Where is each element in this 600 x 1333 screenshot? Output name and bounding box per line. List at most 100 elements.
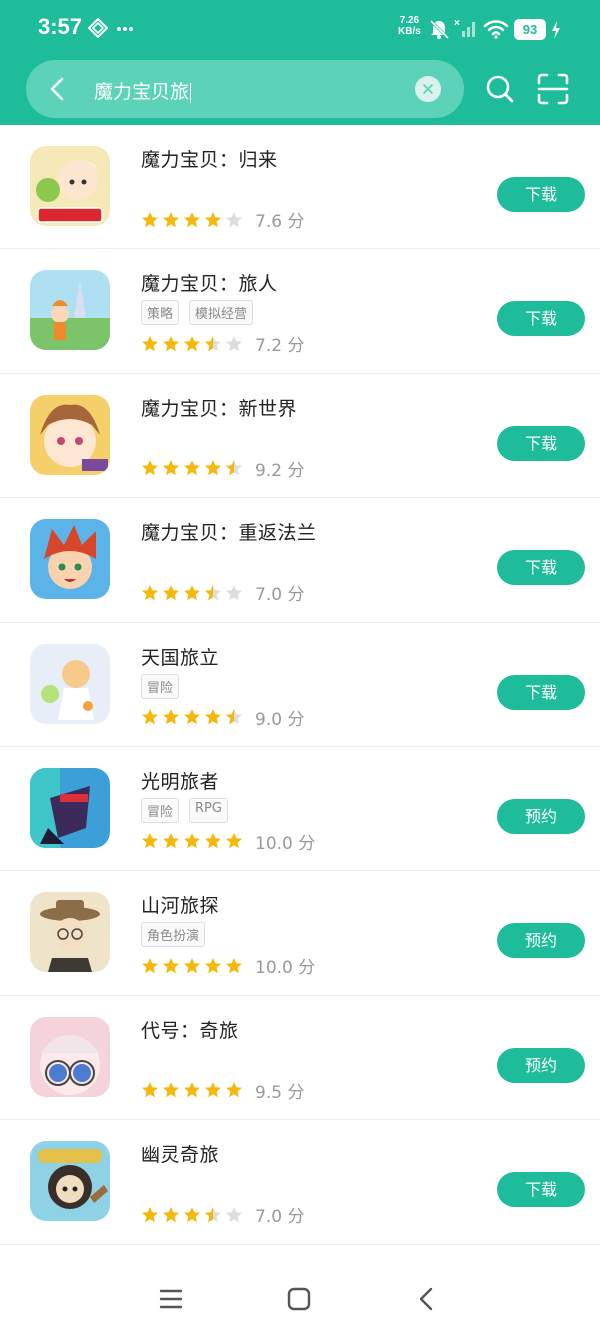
star-full-icon	[184, 833, 200, 849]
rating-stars	[141, 211, 243, 229]
reserve-button[interactable]: 预约	[497, 1047, 585, 1083]
rating-score: 7.0 分	[255, 1207, 305, 1228]
app-name: 幽灵奇旅	[141, 1144, 220, 1167]
app-row[interactable]: 魔力宝贝：重返法兰 7.0 分 下载	[0, 498, 600, 623]
star-full-icon	[184, 584, 200, 600]
app-tags: 冒险	[141, 673, 180, 699]
star-half-icon	[205, 1206, 221, 1222]
app-tags: 角色扮演	[141, 922, 206, 948]
star-full-icon	[142, 335, 158, 352]
app-rating: 9.2 分	[141, 456, 304, 481]
star-full-icon	[163, 709, 179, 725]
app-rating: 9.5 分	[141, 1078, 304, 1103]
rating-score: 9.0 分	[255, 709, 305, 730]
star-full-icon	[184, 1206, 200, 1222]
search-icon[interactable]	[484, 73, 516, 105]
app-row[interactable]: 魔力宝贝：旅人 策略 模拟经营 7.2 分 下载	[0, 249, 600, 374]
app-rating: 7.0 分	[141, 1202, 304, 1227]
back-arrow-icon[interactable]	[44, 75, 72, 103]
app-row[interactable]: 山河旅探 角色扮演 10.0 分 预约	[0, 871, 600, 996]
recent-apps-icon[interactable]	[156, 1284, 186, 1314]
rating-score: 7.2 分	[255, 336, 305, 357]
rating-score: 9.2 分	[255, 460, 305, 481]
app-tags: 策略 模拟经营	[141, 300, 254, 326]
download-button[interactable]: 下载	[497, 550, 585, 586]
download-button[interactable]: 下载	[497, 301, 585, 337]
clear-search-icon[interactable]	[415, 76, 441, 102]
star-full-icon	[226, 833, 242, 849]
status-time: 3:57	[38, 14, 83, 39]
detective-hat-icon[interactable]	[30, 892, 110, 973]
pastel-girl-icon[interactable]	[30, 643, 110, 724]
app-tags: 冒险 RPG	[141, 797, 228, 823]
app-name: 代号：奇旅	[141, 1019, 239, 1042]
star-full-icon	[184, 211, 200, 227]
reserve-button[interactable]: 预约	[497, 798, 585, 834]
star-full-icon	[142, 211, 158, 227]
star-full-icon	[163, 460, 179, 476]
search-bar[interactable]: 魔力宝贝旅	[26, 60, 464, 118]
landscape-traveler-icon[interactable]	[30, 270, 110, 351]
rating-stars	[141, 1206, 243, 1224]
glasses-doll-icon[interactable]	[30, 1016, 110, 1097]
system-nav-bar	[0, 1270, 600, 1333]
star-full-icon	[142, 957, 158, 974]
net-speed-unit: KB/s	[398, 26, 421, 37]
app-rating: 10.0 分	[141, 953, 315, 978]
app-row[interactable]: 代号：奇旅 9.5 分 预约	[0, 996, 600, 1121]
star-full-icon	[184, 460, 200, 476]
ghost-character-icon[interactable]	[30, 1141, 110, 1222]
star-full-icon	[142, 1082, 158, 1098]
rating-stars	[141, 832, 243, 850]
star-full-icon	[184, 709, 200, 725]
genre-tag: 角色扮演	[141, 922, 206, 948]
star-full-icon	[205, 833, 221, 849]
scan-icon[interactable]	[536, 72, 570, 106]
mute-bell-icon	[429, 19, 450, 40]
app-name: 山河旅探	[141, 895, 220, 918]
genre-tag: 冒险	[141, 673, 180, 699]
search-results-list: 魔力宝贝：归来 7.6 分 下载 魔力宝贝：旅人 策略 模拟经营 7.2 分 下载…	[0, 125, 600, 1245]
download-button[interactable]: 下载	[497, 177, 585, 212]
star-full-icon	[163, 957, 179, 974]
star-full-icon	[184, 1082, 200, 1098]
rating-score: 7.6 分	[255, 212, 305, 232]
signal-icon: ×	[454, 18, 475, 37]
rating-stars	[141, 1081, 243, 1099]
reserve-button[interactable]: 预约	[497, 923, 585, 959]
star-empty-icon	[226, 584, 242, 600]
rating-stars	[141, 584, 243, 602]
red-hair-boy-icon[interactable]	[30, 519, 110, 600]
net-speed-value: 7.26	[399, 15, 420, 26]
download-button[interactable]: 下载	[497, 674, 585, 710]
pixel-warrior-icon[interactable]	[30, 767, 110, 848]
app-row[interactable]: 天国旅立 冒险 9.0 分 下载	[0, 623, 600, 747]
app-row[interactable]: 光明旅者 冒险 RPG 10.0 分 预约	[0, 747, 600, 872]
star-full-icon	[142, 460, 158, 476]
app-row[interactable]: 魔力宝贝：归来 7.6 分 下载	[0, 125, 600, 250]
app-name: 魔力宝贝：归来	[141, 149, 278, 171]
app-rating: 7.6 分	[141, 207, 304, 232]
rating-stars	[141, 957, 243, 975]
text-caret	[190, 82, 192, 103]
back-icon[interactable]	[412, 1284, 442, 1314]
star-full-icon	[163, 211, 179, 227]
app-name: 魔力宝贝：重返法兰	[141, 522, 317, 545]
search-input[interactable]: 魔力宝贝旅	[94, 77, 192, 104]
rating-stars	[141, 335, 243, 353]
app-name: 天国旅立	[141, 646, 220, 669]
star-full-icon	[184, 335, 200, 352]
app-row[interactable]: 幽灵奇旅 7.0 分 下载	[0, 1120, 600, 1245]
download-button[interactable]: 下载	[497, 425, 585, 461]
app-rating: 9.0 分	[141, 705, 304, 730]
chibi-hero-icon[interactable]	[30, 146, 110, 226]
anime-girl-icon[interactable]	[30, 394, 110, 475]
battery-level: 93	[514, 19, 546, 40]
star-empty-icon	[226, 1206, 242, 1222]
home-icon[interactable]	[284, 1284, 314, 1314]
star-full-icon	[205, 211, 221, 227]
app-name: 魔力宝贝：新世界	[141, 397, 298, 420]
download-button[interactable]: 下载	[497, 1172, 585, 1208]
star-half-icon	[205, 335, 221, 352]
app-row[interactable]: 魔力宝贝：新世界 9.2 分 下载	[0, 374, 600, 499]
